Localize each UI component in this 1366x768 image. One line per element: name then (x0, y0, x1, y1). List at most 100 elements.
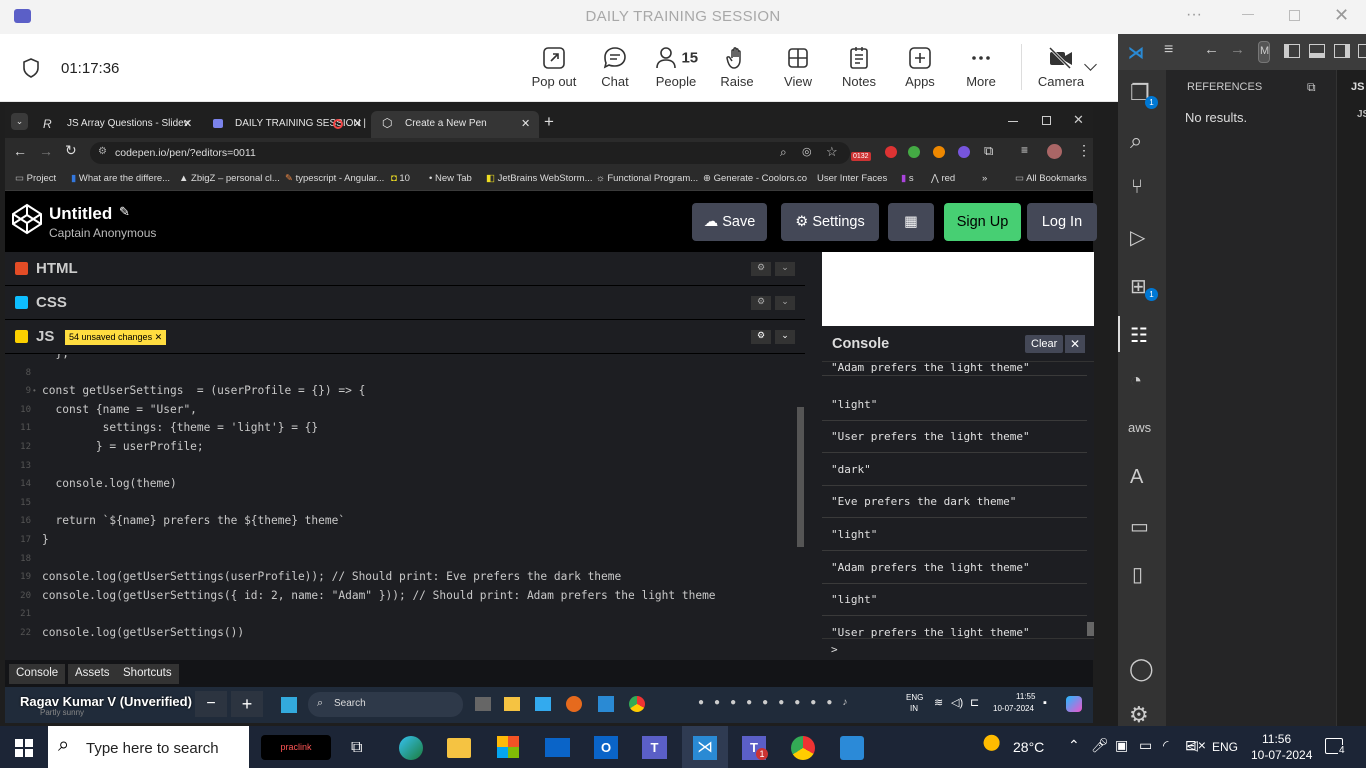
task-view-icon[interactable] (475, 697, 491, 711)
notification-icon[interactable]: ▪ (1043, 697, 1047, 709)
close-tab-icon[interactable]: ✕ (183, 117, 192, 130)
close-tab-icon[interactable]: ✕ (521, 117, 530, 130)
code-line[interactable]: 17} (5, 532, 805, 550)
paint-icon[interactable] (840, 736, 864, 760)
bookmark-star-icon[interactable]: ☆ (826, 144, 838, 160)
taskbar-time[interactable]: 11:56 (1262, 732, 1291, 746)
layout-icon[interactable] (1358, 44, 1366, 58)
inner-clock-time[interactable]: 11:55 (1016, 692, 1035, 701)
log-in-button[interactable]: Log In (1027, 203, 1097, 241)
bookmark-item[interactable]: ⊕ Generate - Coolors.co (703, 173, 807, 184)
panel-collapse-icon[interactable]: ⌄ (775, 330, 795, 344)
browser-tab-codepen[interactable]: ⬡ Create a New Pen ✕ (371, 111, 539, 138)
panel-collapse-icon[interactable]: ⌄ (775, 262, 795, 276)
panel-settings-icon[interactable]: ⚙ (751, 262, 771, 276)
code-line[interactable]: 8 (5, 365, 805, 383)
bookmark-item[interactable]: • New Tab (429, 173, 472, 184)
code-line[interactable]: 12 } = userProfile; (5, 439, 805, 457)
extension-icon[interactable] (958, 146, 970, 158)
toggle-sidebar-icon[interactable] (1284, 44, 1300, 58)
panel-settings-icon[interactable]: ⚙ (751, 296, 771, 310)
zoom-icon[interactable]: ⌕ (780, 145, 787, 160)
code-line[interactable]: 19 console.log(getUserSettings(userProfil… (5, 569, 805, 587)
inner-lang[interactable]: ENG (906, 693, 923, 702)
tab-search-icon[interactable]: ⌄ (11, 113, 28, 130)
vscode-menu-icon[interactable]: ≡ (1164, 41, 1173, 59)
profile-avatar[interactable] (1047, 144, 1062, 159)
wifi-icon[interactable]: ◜ (1163, 737, 1168, 754)
edge-icon[interactable] (399, 736, 423, 760)
save-button[interactable]: ☁ Save (692, 203, 767, 241)
site-info-icon[interactable]: ⚙ (98, 146, 107, 157)
maximize-button[interactable] (1289, 10, 1300, 21)
view-button[interactable]: View (768, 46, 828, 89)
sign-up-button[interactable]: Sign Up (944, 203, 1021, 241)
browser-maximize-button[interactable] (1042, 116, 1051, 125)
close-button[interactable]: ✕ (1334, 5, 1349, 26)
store-icon[interactable] (497, 736, 519, 758)
reload-icon[interactable]: ↻ (65, 142, 77, 159)
bookmark-item[interactable]: ◘ 10 (391, 173, 410, 184)
volume-icon[interactable]: ◁) (951, 696, 963, 709)
footer-tab-shortcuts[interactable]: Shortcuts (116, 664, 179, 684)
js-panel-header[interactable]: JS 54 unsaved changes ✕ ⚙ ⌄ (5, 320, 805, 354)
search-icon[interactable]: ⌕ (1130, 128, 1142, 154)
outlook-icon[interactable]: O (594, 736, 618, 759)
monitor-icon[interactable] (535, 697, 551, 711)
footer-tab-assets[interactable]: Assets (68, 664, 117, 684)
layout-button[interactable]: ▦ (888, 203, 934, 241)
notes-button[interactable]: Notes (829, 46, 889, 89)
weather-icon[interactable] (982, 734, 1006, 756)
code-line[interactable]: 20 console.log(getUserSettings({ id: 2, n… (5, 588, 805, 606)
vscode-icon[interactable] (598, 696, 614, 712)
settings-button[interactable]: ⚙ Settings (781, 203, 879, 241)
extensions-puzzle-icon[interactable]: ⧉ (984, 143, 993, 159)
bookmark-item[interactable]: ▮ s (901, 173, 914, 184)
aws-icon[interactable]: aws (1128, 420, 1151, 435)
vscode-back-icon[interactable]: ← (1204, 41, 1219, 58)
panel-settings-icon[interactable]: ⚙ (751, 330, 771, 344)
code-line[interactable]: 14 console.log(theme) (5, 476, 805, 494)
bookmark-item[interactable]: ✎ typescript - Angular... (285, 173, 384, 184)
media-icon[interactable]: ≡ (1021, 143, 1028, 157)
more-options-icon[interactable]: ··· (1186, 6, 1202, 24)
code-line[interactable]: 10 const {name = "User", (5, 402, 805, 420)
browser-tab-teams[interactable]: DAILY TRAINING SESSION | ✕ (201, 111, 369, 138)
collapse-all-icon[interactable]: ⧉ (1307, 80, 1316, 95)
console-input[interactable]: > (822, 638, 1094, 660)
praclink-widget[interactable]: praclink (261, 735, 331, 760)
fold-marker-icon[interactable]: • (33, 386, 36, 395)
inner-search-box[interactable]: ⌕ Search (308, 692, 463, 717)
html-panel-header[interactable]: HTML ⚙ ⌄ (5, 252, 805, 286)
zoom-out-button[interactable]: − (195, 691, 227, 717)
firefox-icon[interactable] (566, 696, 582, 712)
bookmark-item[interactable]: ▲ ZbigZ – personal cl... (179, 173, 280, 184)
taskbar-lang[interactable]: ENG (1212, 740, 1238, 754)
toggle-panel-icon[interactable] (1309, 44, 1325, 58)
browser-minimize-button[interactable] (1008, 121, 1018, 122)
edit-title-icon[interactable]: ✎ (119, 204, 130, 220)
code-line[interactable]: 16 return `${name} prefers the ${theme} … (5, 513, 805, 531)
browser-close-button[interactable]: ✕ (1073, 112, 1084, 128)
code-line[interactable]: 15 (5, 495, 805, 513)
close-tab-icon[interactable]: ✕ (353, 117, 362, 130)
show-hidden-icons[interactable]: ⌃ (1068, 737, 1080, 754)
browser-menu-icon[interactable]: ⋮ (1077, 142, 1091, 159)
code-line[interactable]: 22 console.log(getUserSettings()) (5, 625, 805, 643)
extension-icon[interactable] (908, 146, 920, 158)
device-icon[interactable]: ▯ (1132, 562, 1143, 587)
taskbar-search-box[interactable]: ⌕ Type here to search (48, 726, 249, 768)
explorer-icon[interactable] (504, 697, 520, 711)
microphone-icon[interactable]: 🎤︎ (1091, 737, 1109, 754)
footer-tab-console[interactable]: Console (9, 664, 66, 684)
battery-icon[interactable]: ▭ (1139, 737, 1152, 754)
task-view-icon[interactable]: ⧉ (351, 739, 362, 757)
zoom-in-button[interactable]: + (231, 691, 263, 717)
code-line[interactable]: 18 (5, 551, 805, 569)
bookmark-item[interactable]: ◧ JetBrains WebStorm... (486, 173, 592, 184)
unsaved-badge[interactable]: 54 unsaved changes ✕ (65, 330, 167, 345)
new-tab-icon[interactable]: + (544, 112, 554, 132)
people-button[interactable]: 15 People (646, 46, 706, 89)
remote-explorer-icon[interactable]: ▭ (1130, 514, 1149, 539)
temperature[interactable]: 28°C (1013, 739, 1044, 755)
